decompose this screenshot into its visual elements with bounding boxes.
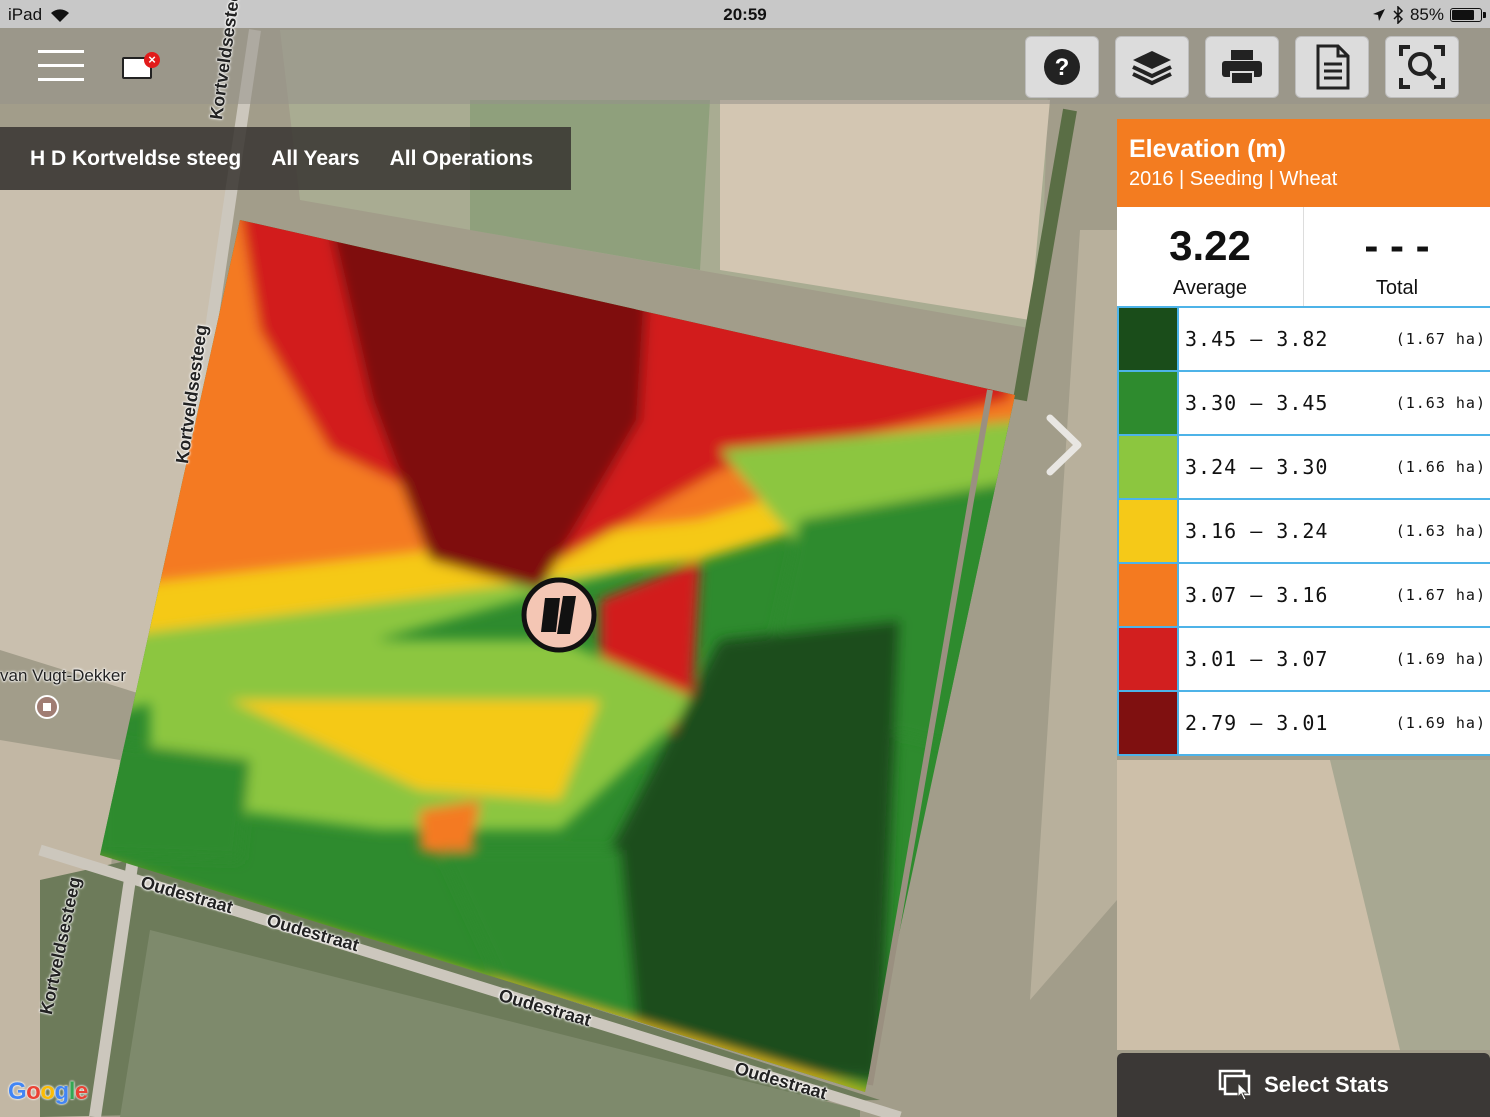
total-label: Total <box>1375 277 1419 299</box>
legend-title: Elevation (m) <box>1129 135 1286 163</box>
zoom-extent-icon <box>1399 45 1445 89</box>
legend-area: (1.67 ha) <box>1395 330 1486 348</box>
legend-header: Elevation (m) 2016 | Seeding | Wheat <box>1117 119 1490 207</box>
select-stats-label: Select Stats <box>1264 1072 1389 1097</box>
bluetooth-icon <box>1393 6 1404 24</box>
legend-range: 2.79 – 3.01 <box>1185 711 1329 735</box>
select-stats-icon <box>1218 1069 1251 1101</box>
legend-swatch <box>1117 500 1179 562</box>
legend-area: (1.63 ha) <box>1395 522 1486 540</box>
legend-area: (1.63 ha) <box>1395 394 1486 412</box>
legend-row[interactable]: 3.07 – 3.16 (1.67 ha) <box>1117 564 1490 628</box>
legend-row[interactable]: 3.16 – 3.24 (1.63 ha) <box>1117 500 1490 564</box>
legend-area: (1.69 ha) <box>1395 714 1486 732</box>
legend-row[interactable]: 3.24 – 3.30 (1.66 ha) <box>1117 436 1490 500</box>
legend-area: (1.67 ha) <box>1395 586 1486 604</box>
year-selector[interactable]: All Years <box>271 147 359 171</box>
legend-range: 3.30 – 3.45 <box>1185 391 1329 415</box>
menu-icon[interactable] <box>38 50 84 82</box>
legend-subtitle: 2016 | Seeding | Wheat <box>1129 168 1338 190</box>
legend-range: 3.45 – 3.82 <box>1185 327 1329 351</box>
poi-marker-icon[interactable] <box>35 695 59 719</box>
breadcrumb: H D Kortveldse steeg All Years All Opera… <box>0 127 571 190</box>
document-icon <box>1316 44 1350 90</box>
legend-panel: Elevation (m) 2016 | Seeding | Wheat 3.2… <box>1117 119 1490 756</box>
legend-swatch <box>1117 564 1179 626</box>
battery-icon <box>1450 8 1486 22</box>
legend-swatch <box>1117 692 1179 754</box>
print-icon <box>1222 50 1262 85</box>
select-stats-button[interactable]: Select Stats <box>1117 1053 1490 1117</box>
legend-row[interactable]: 3.45 – 3.82 (1.67 ha) <box>1117 308 1490 372</box>
chevron-right-icon[interactable] <box>1040 410 1090 480</box>
legend-range: 3.01 – 3.07 <box>1185 647 1329 671</box>
field-marker-button[interactable] <box>520 576 598 654</box>
total-stat: - - - Total <box>1303 207 1490 306</box>
legend-row[interactable]: 2.79 – 3.01 (1.69 ha) <box>1117 692 1490 756</box>
legend-swatch <box>1117 372 1179 434</box>
svg-text:?: ? <box>1055 54 1070 81</box>
legend-range: 3.07 – 3.16 <box>1185 583 1329 607</box>
legend-range-cell: 3.07 – 3.16 (1.67 ha) <box>1179 564 1490 626</box>
legend-range-cell: 3.30 – 3.45 (1.63 ha) <box>1179 372 1490 434</box>
legend-swatch <box>1117 628 1179 690</box>
operation-selector[interactable]: All Operations <box>390 147 534 171</box>
legend-range-cell: 3.16 – 3.24 (1.63 ha) <box>1179 500 1490 562</box>
legend-range-cell: 3.45 – 3.82 (1.67 ha) <box>1179 308 1490 370</box>
stats-summary: 3.22 Average - - - Total <box>1117 207 1490 308</box>
legend-area: (1.66 ha) <box>1395 458 1486 476</box>
layers-button[interactable] <box>1115 36 1189 98</box>
location-arrow-icon <box>1372 9 1385 21</box>
average-value: 3.22 <box>1169 222 1251 269</box>
battery-percent: 85% <box>1409 5 1444 24</box>
poi-label: van Vugt-Dekker <box>0 666 126 685</box>
legend-swatch <box>1117 436 1179 498</box>
legend-range-cell: 2.79 – 3.01 (1.69 ha) <box>1179 692 1490 754</box>
layers-icon <box>1132 51 1172 86</box>
google-logo: Google <box>8 1078 88 1105</box>
legend-area: (1.69 ha) <box>1395 650 1486 668</box>
print-button[interactable] <box>1205 36 1279 98</box>
average-label: Average <box>1172 277 1248 299</box>
zoom-extent-button[interactable] <box>1385 36 1459 98</box>
legend-range-cell: 3.24 – 3.30 (1.66 ha) <box>1179 436 1490 498</box>
field-selector[interactable]: H D Kortveldse steeg <box>30 147 241 171</box>
help-icon: ? <box>1044 49 1080 85</box>
display-disconnected-icon[interactable]: × <box>122 52 162 82</box>
average-stat: 3.22 Average <box>1117 207 1303 306</box>
legend-range: 3.16 – 3.24 <box>1185 519 1329 543</box>
legend-swatch <box>1117 308 1179 370</box>
legend-range-cell: 3.01 – 3.07 (1.69 ha) <box>1179 628 1490 690</box>
total-value: - - - <box>1364 222 1430 269</box>
legend-row[interactable]: 3.01 – 3.07 (1.69 ha) <box>1117 628 1490 692</box>
document-button[interactable] <box>1295 36 1369 98</box>
legend-range: 3.24 – 3.30 <box>1185 455 1329 479</box>
legend-rows: 3.45 – 3.82 (1.67 ha) 3.30 – 3.45 (1.63 ha)… <box>1117 308 1490 756</box>
help-button[interactable]: ? <box>1025 36 1099 98</box>
legend-row[interactable]: 3.30 – 3.45 (1.63 ha) <box>1117 372 1490 436</box>
